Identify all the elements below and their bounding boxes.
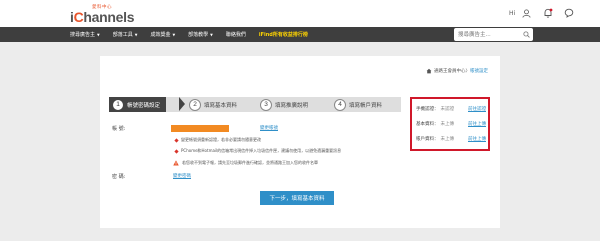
step-number: 2 [189, 98, 201, 111]
home-icon [426, 68, 432, 74]
step-3: 3 填寫推廣說明 [260, 97, 308, 112]
bullet-icon [174, 148, 179, 154]
go-upload-link[interactable]: 前往上傳 [468, 136, 486, 142]
nav-item-ranking[interactable]: iFind所有收益排行榜 [259, 31, 308, 38]
note-change-account: 變更帳號須重新認證，若非必要請勿隨意更改 [174, 137, 261, 143]
nav-item-tutorial[interactable]: 部落教學 ▼ [188, 31, 213, 38]
search-input[interactable] [458, 28, 520, 41]
warning-icon [173, 160, 179, 166]
go-verify-link[interactable]: 前往認證 [468, 106, 486, 112]
step-label: 填寫推廣說明 [275, 102, 309, 109]
account-label: 帳 號: [112, 126, 126, 132]
breadcrumb: 通路王會員中心 〉 帳號設定 [426, 68, 488, 74]
step-label: 填寫基本資料 [204, 102, 238, 109]
nav-menu: 搜尋廣告主 ▼ 部落工具 ▼ 成效獎金 ▼ 部落教學 ▼ 聯絡我們 iFind所有收益排… [70, 27, 321, 42]
site-logo[interactable]: 愛料中心 iChannels [70, 4, 135, 25]
breadcrumb-home[interactable]: 通路王會員中心 [434, 68, 466, 74]
status-value: 未上傳 [440, 122, 455, 127]
site-header: 愛料中心 iChannels Hi [0, 0, 600, 27]
step-2: 2 填寫基本資料 [189, 97, 237, 112]
step-number: 3 [260, 98, 272, 111]
status-row-phone: 手機認證： 未認證 前往認證 [416, 104, 488, 114]
status-row-basic: 基本資料： 未上傳 前往上傳 [416, 119, 488, 129]
note-email-providers: PChome和Hotmail的信箱常出現信件掉入垃圾信件匣，建議勿使用，以避免遺… [174, 148, 341, 154]
change-account-link[interactable]: 變更帳號 [260, 125, 278, 131]
user-greeting: Hi [509, 9, 516, 17]
breadcrumb-current: 帳號設定 [470, 69, 488, 74]
status-label: 手機認證： [416, 107, 439, 112]
search-box [454, 28, 533, 41]
search-icon[interactable] [523, 31, 530, 38]
chevron-down-icon: ▼ [97, 32, 100, 37]
nav-item-advertisers[interactable]: 搜尋廣告主 ▼ [70, 31, 100, 38]
status-value: 未上傳 [440, 137, 455, 142]
status-value: 未認證 [440, 107, 455, 112]
step-number: 4 [334, 98, 346, 111]
logo-wordmark: iChannels [70, 9, 135, 25]
verification-status-panel: 手機認證： 未認證 前往認證 基本資料： 未上傳 前往上傳 帳戶資料： 未上傳 … [410, 97, 490, 151]
bell-icon[interactable] [541, 6, 555, 20]
nav-item-contact[interactable]: 聯絡我們 [226, 31, 246, 38]
note-newsletter: 若您收不到電子報，請先至垃圾郵件進行確認，並將通路王加入您的收件名單 [182, 160, 318, 165]
chat-icon[interactable] [562, 6, 576, 20]
password-label: 密 碼: [112, 174, 126, 180]
status-row-account: 帳戶資料： 未上傳 前往上傳 [416, 134, 488, 144]
chevron-down-icon: ▼ [210, 32, 213, 37]
step-number: 1 [112, 98, 124, 111]
bullet-icon [174, 137, 179, 143]
step-label: 帳號密碼設定 [127, 102, 161, 109]
account-setup-card: 通路王會員中心 〉 帳號設定 1 帳號密碼設定 2 填寫基本資料 3 填寫推廣說… [100, 56, 500, 228]
main-nav: 搜尋廣告主 ▼ 部落工具 ▼ 成效獎金 ▼ 部落教學 ▼ 聯絡我們 iFind所有收益排… [0, 27, 600, 42]
step-progress: 1 帳號密碼設定 2 填寫基本資料 3 填寫推廣說明 4 填寫帳戶資料 [109, 97, 401, 112]
change-password-link[interactable]: 變更密碼 [173, 173, 191, 179]
status-label: 基本資料： [416, 122, 439, 127]
user-icon[interactable] [519, 6, 533, 20]
step-label: 填寫帳戶資料 [349, 102, 383, 109]
status-label: 帳戶資料： [416, 137, 439, 142]
step-arrow [179, 97, 185, 111]
nav-item-tools[interactable]: 部落工具 ▼ [113, 31, 138, 38]
go-upload-link[interactable]: 前往上傳 [468, 121, 486, 127]
step-4: 4 填寫帳戶資料 [334, 97, 382, 112]
account-value-redacted [171, 125, 229, 132]
next-step-button[interactable]: 下一步，填寫基本資料 [260, 191, 334, 205]
step-1: 1 帳號密碼設定 [109, 97, 167, 112]
nav-item-bonus[interactable]: 成效獎金 ▼ [150, 31, 175, 38]
chevron-down-icon: ▼ [134, 32, 138, 37]
chevron-down-icon: ▼ [172, 32, 176, 37]
